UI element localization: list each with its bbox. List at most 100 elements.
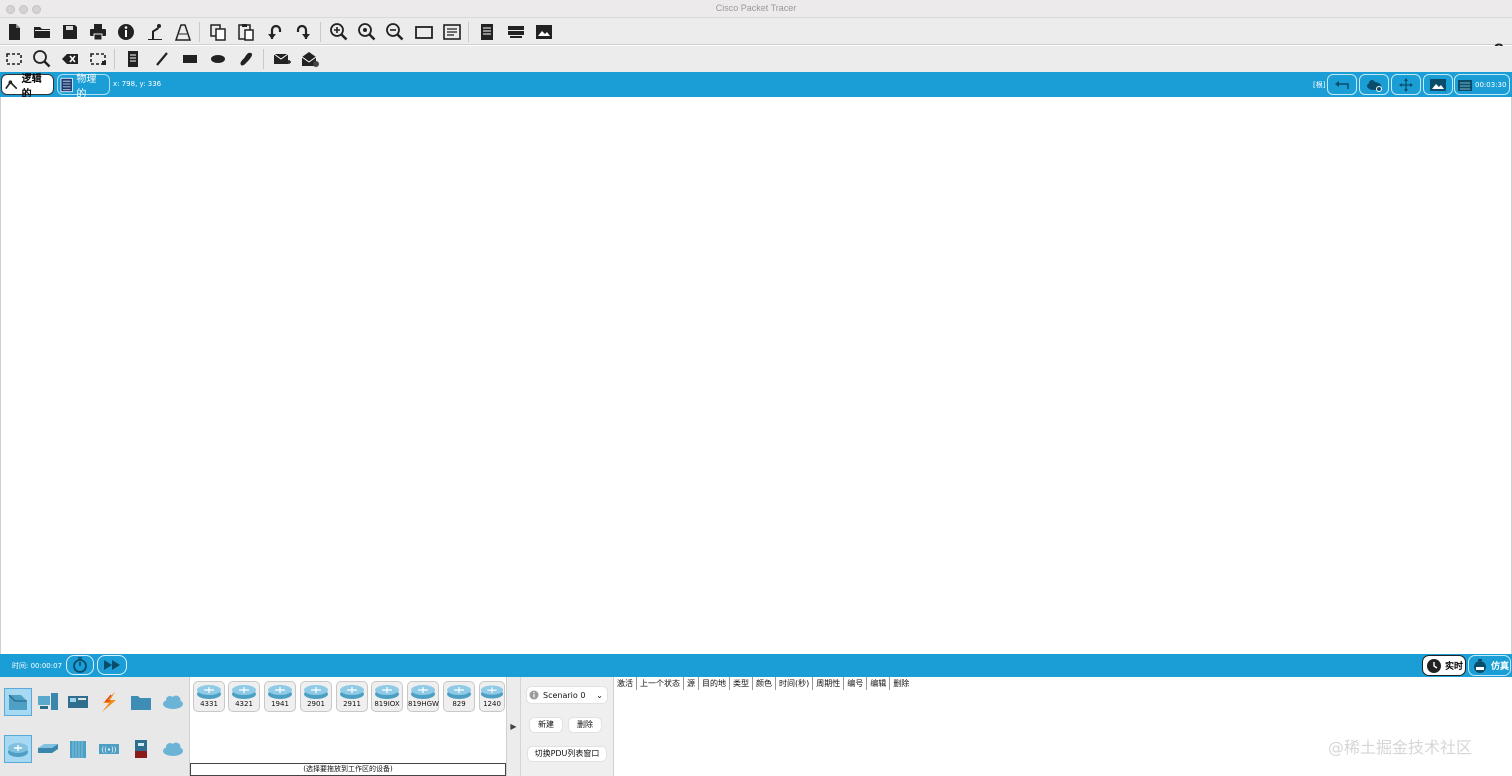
subcategory-routers[interactable] bbox=[4, 735, 32, 763]
scenario-panel: Scenario 0 ⌄ 新建 删除 切换PDU列表窗口 bbox=[520, 677, 613, 776]
category-end-devices[interactable] bbox=[34, 688, 62, 716]
fast-forward-button[interactable] bbox=[97, 655, 127, 675]
cloud-icon bbox=[1367, 79, 1382, 92]
device-router[interactable]: 829 bbox=[443, 681, 475, 712]
select-icon[interactable] bbox=[2, 47, 26, 71]
info-icon[interactable] bbox=[114, 20, 138, 44]
scenario-select[interactable]: Scenario 0 ⌄ bbox=[527, 687, 607, 703]
column-header[interactable]: 编辑 bbox=[867, 677, 891, 690]
realtime-mode-button[interactable]: 实时 bbox=[1422, 655, 1466, 676]
activity-wizard-icon[interactable] bbox=[143, 20, 167, 44]
end-devices-icon bbox=[38, 693, 58, 710]
zoom-in-icon[interactable] bbox=[327, 20, 351, 44]
resize-icon[interactable] bbox=[86, 47, 110, 71]
device-model-label: 2901 bbox=[307, 700, 325, 708]
delete-icon[interactable] bbox=[58, 47, 82, 71]
print-icon[interactable] bbox=[86, 20, 110, 44]
info-icon bbox=[529, 690, 539, 700]
subcategory-switches[interactable] bbox=[34, 735, 62, 763]
column-header[interactable]: 类型 bbox=[730, 677, 753, 690]
logical-workspace-canvas[interactable] bbox=[0, 97, 1512, 654]
pdu-list-table: 激活 上一个状态 源 目的地 类型 颜色 时间(秒) 周期性 编号 编辑 删除 bbox=[613, 677, 1512, 776]
delete-scenario-button[interactable]: 删除 bbox=[569, 718, 601, 732]
save-icon[interactable] bbox=[58, 20, 82, 44]
category-miscellaneous[interactable] bbox=[127, 688, 155, 716]
new-scenario-button[interactable]: 新建 bbox=[530, 718, 562, 732]
column-header[interactable]: 源 bbox=[684, 677, 699, 690]
ellipse-icon[interactable] bbox=[206, 47, 230, 71]
column-header[interactable]: 编号 bbox=[844, 677, 868, 690]
subcategory-hubs[interactable] bbox=[64, 735, 92, 763]
router-icon bbox=[232, 685, 256, 699]
new-file-icon[interactable] bbox=[2, 20, 26, 44]
device-router[interactable]: 1941 bbox=[264, 681, 296, 712]
new-cluster-button[interactable] bbox=[1359, 74, 1389, 95]
zoom-out-icon[interactable] bbox=[383, 20, 407, 44]
category-multiuser[interactable] bbox=[159, 688, 187, 716]
drawing-palette-icon[interactable] bbox=[412, 20, 436, 44]
device-router[interactable]: 819HGW bbox=[407, 681, 439, 712]
custom-device-icon[interactable] bbox=[171, 20, 195, 44]
device-router[interactable]: 819IOX bbox=[371, 681, 403, 712]
freeform-icon[interactable] bbox=[234, 47, 258, 71]
inspect-icon[interactable] bbox=[30, 47, 54, 71]
undo-icon[interactable] bbox=[263, 20, 287, 44]
complex-pdu-icon[interactable] bbox=[298, 47, 322, 71]
custom-device-dialog-icon[interactable] bbox=[440, 20, 464, 44]
router-icon bbox=[8, 743, 28, 757]
device-router[interactable]: 1240 bbox=[479, 681, 505, 712]
notes-icon[interactable] bbox=[475, 20, 499, 44]
paste-icon[interactable] bbox=[234, 20, 258, 44]
category-components[interactable] bbox=[64, 688, 92, 716]
category-network-devices[interactable] bbox=[4, 688, 32, 716]
column-header[interactable]: 时间(秒) bbox=[776, 677, 814, 690]
subcategory-wireless-devices[interactable]: ((•)) bbox=[95, 735, 123, 763]
screenshot-icon[interactable] bbox=[532, 20, 556, 44]
viewport-clock[interactable]: 00:03:30 bbox=[1454, 74, 1510, 95]
back-button[interactable] bbox=[1327, 74, 1357, 95]
fast-forward-icon bbox=[104, 660, 120, 670]
column-header[interactable]: 颜色 bbox=[753, 677, 776, 690]
device-list-icon[interactable] bbox=[504, 20, 528, 44]
column-header[interactable]: 目的地 bbox=[699, 677, 730, 690]
zoom-reset-icon[interactable] bbox=[355, 20, 379, 44]
device-model-label: 819HGW bbox=[408, 700, 439, 708]
column-header[interactable]: 激活 bbox=[614, 677, 637, 690]
subcategory-wan-emulation[interactable] bbox=[159, 735, 187, 763]
category-connections[interactable] bbox=[95, 688, 123, 716]
root-view-tag: [根] bbox=[1313, 81, 1326, 89]
device-model-label: 819IOX bbox=[374, 700, 400, 708]
column-header[interactable]: 删除 bbox=[890, 677, 912, 690]
title-bar: Cisco Packet Tracer bbox=[0, 0, 1512, 18]
rectangle-icon[interactable] bbox=[178, 47, 202, 71]
toggle-pdu-list-button[interactable]: 切换PDU列表窗口 bbox=[528, 747, 606, 761]
folder-icon bbox=[131, 696, 151, 710]
column-header[interactable]: 上一个状态 bbox=[637, 677, 684, 690]
move-object-button[interactable] bbox=[1391, 74, 1421, 95]
column-header[interactable]: 周期性 bbox=[813, 677, 845, 690]
line-icon[interactable] bbox=[150, 47, 174, 71]
router-icon bbox=[340, 685, 364, 699]
device-router[interactable]: 4321 bbox=[228, 681, 260, 712]
cursor-coordinates: x: 798, y: 336 bbox=[113, 80, 162, 88]
router-icon bbox=[480, 685, 504, 699]
simulation-mode-button[interactable]: 仿真 bbox=[1468, 655, 1511, 676]
simple-pdu-icon[interactable] bbox=[270, 47, 294, 71]
device-router[interactable]: 4331 bbox=[193, 681, 225, 712]
subcategory-security[interactable] bbox=[127, 735, 155, 763]
clock-icon bbox=[1427, 658, 1441, 673]
copy-icon[interactable] bbox=[206, 20, 230, 44]
expand-arrow-icon[interactable]: ▶ bbox=[506, 677, 520, 776]
tab-physical[interactable]: 物理的 bbox=[57, 74, 110, 100]
open-folder-icon[interactable] bbox=[30, 20, 54, 44]
note-icon[interactable] bbox=[121, 47, 145, 71]
tab-logical[interactable]: 逻辑的 bbox=[1, 74, 54, 100]
device-router[interactable]: 2911 bbox=[336, 681, 368, 712]
tools-toolbar bbox=[0, 46, 1512, 72]
power-cycle-button[interactable] bbox=[66, 655, 94, 675]
background-image-button[interactable] bbox=[1423, 74, 1453, 95]
redo-icon[interactable] bbox=[291, 20, 315, 44]
device-model-list: 4331 4321 1941 2901 2911 819IOX 819HGW 8… bbox=[190, 677, 506, 776]
device-router[interactable]: 2901 bbox=[300, 681, 332, 712]
stopwatch-icon bbox=[1474, 658, 1486, 673]
